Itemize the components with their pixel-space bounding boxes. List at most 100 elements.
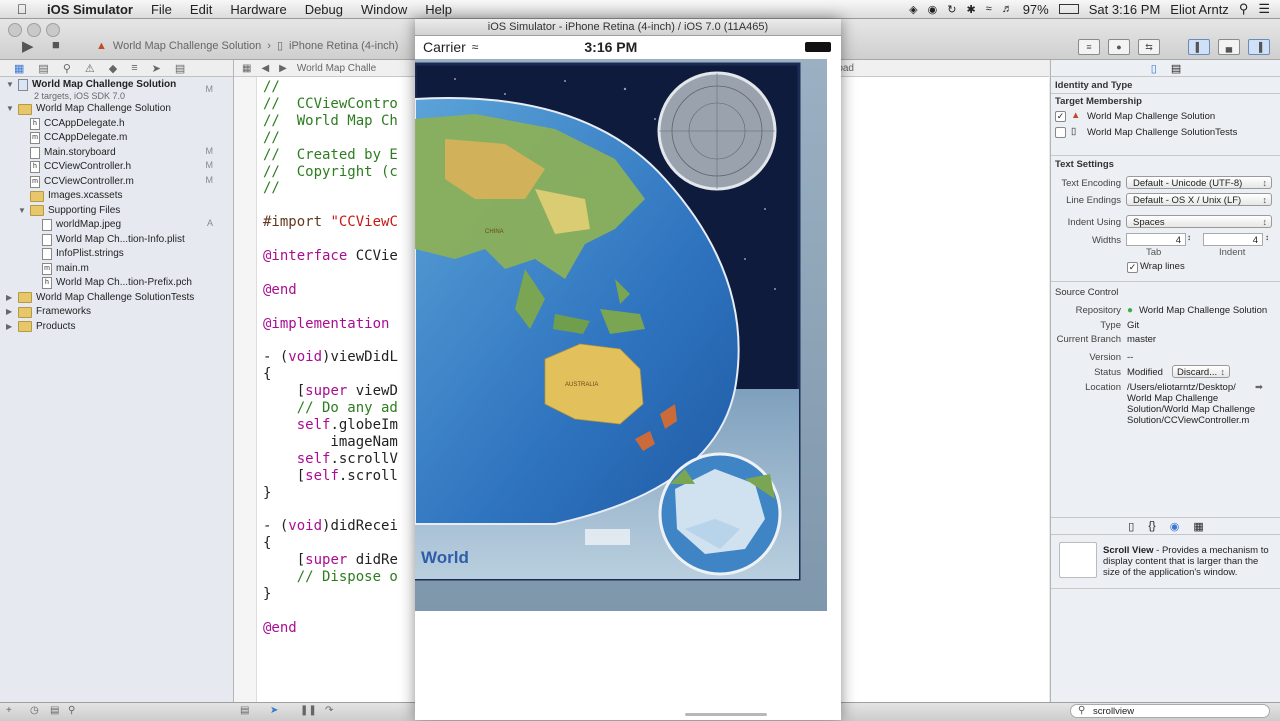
code-line[interactable]: // CCViewContro bbox=[263, 96, 398, 113]
zoom-window-button[interactable] bbox=[46, 23, 60, 37]
step-over-icon[interactable]: ↷ bbox=[325, 705, 333, 716]
file-tree-row[interactable]: World Map Ch...tion-Info.plist bbox=[30, 233, 185, 247]
breakpoint-icon[interactable]: ➤ bbox=[152, 62, 161, 75]
file-tree-row[interactable]: ▼ Supporting Files bbox=[18, 204, 120, 218]
file-tree-row[interactable]: h CCViewController.h bbox=[18, 160, 131, 174]
scheme-selector[interactable]: ▲ World Map Challenge Solution › ▯ iPhon… bbox=[96, 39, 398, 53]
code-line[interactable]: @end bbox=[263, 282, 297, 299]
code-line[interactable]: // World Map Ch bbox=[263, 113, 398, 130]
indent-width-field[interactable]: 4 bbox=[1203, 233, 1263, 246]
hide-debug-icon[interactable]: ▤ bbox=[240, 705, 249, 716]
menu-help[interactable]: Help bbox=[416, 2, 461, 17]
assistant-editor-icon[interactable]: ● bbox=[1108, 39, 1130, 55]
tab-width-field[interactable]: 4 bbox=[1126, 233, 1186, 246]
file-tree-row[interactable]: worldMap.jpeg bbox=[30, 218, 121, 232]
code-line[interactable]: // bbox=[263, 79, 280, 96]
back-arrow-icon[interactable]: ◀ bbox=[261, 63, 269, 74]
menu-app-name[interactable]: iOS Simulator bbox=[38, 2, 142, 17]
run-icon[interactable]: ▶ bbox=[22, 37, 34, 55]
bluetooth-icon[interactable]: ✱ bbox=[966, 3, 975, 16]
tab-width-stepper[interactable]: ↕ bbox=[1187, 233, 1191, 242]
code-line[interactable]: [self.scroll bbox=[263, 468, 398, 485]
breakpoints-toggle-icon[interactable]: ➤ bbox=[270, 705, 278, 716]
close-window-button[interactable] bbox=[8, 23, 22, 37]
target-checkbox-tests[interactable] bbox=[1055, 127, 1066, 138]
file-tree-row[interactable]: Main.storyboard bbox=[18, 146, 116, 160]
spotlight-icon[interactable]: ⚲ bbox=[1239, 1, 1249, 17]
jump-bar-crumb[interactable]: World Map Challe bbox=[297, 63, 376, 74]
recent-files-icon[interactable]: ◷ bbox=[30, 705, 39, 716]
code-snippet-icon[interactable]: {} bbox=[1148, 520, 1155, 532]
apple-icon[interactable]:  bbox=[0, 1, 38, 17]
ios-simulator-window[interactable]: iOS Simulator - iPhone Retina (4-inch) /… bbox=[415, 19, 841, 720]
code-line[interactable]: // bbox=[263, 130, 280, 147]
code-line[interactable]: // Copyright (c bbox=[263, 164, 398, 181]
scroll-view-thumbnail[interactable] bbox=[1059, 542, 1097, 578]
identity-type-header[interactable]: Identity and Type bbox=[1055, 80, 1132, 91]
code-line[interactable]: // Created by E bbox=[263, 147, 398, 164]
target-membership-header[interactable]: Target Membership bbox=[1055, 96, 1142, 107]
menu-window[interactable]: Window bbox=[352, 2, 416, 17]
line-endings-popup[interactable]: Default - OS X / Unix (LF) bbox=[1126, 193, 1272, 207]
forward-arrow-icon[interactable]: ▶ bbox=[279, 63, 287, 74]
test-icon[interactable]: ◆ bbox=[109, 62, 117, 75]
code-line[interactable]: - (void)didRecei bbox=[263, 518, 398, 535]
stop-icon[interactable]: ■ bbox=[52, 37, 60, 52]
code-line[interactable]: @interface CCVie bbox=[263, 248, 398, 265]
file-tree-row[interactable]: Images.xcassets bbox=[18, 189, 122, 203]
disclosure-open-icon[interactable]: ▼ bbox=[6, 102, 14, 116]
file-tree-row[interactable]: h World Map Ch...tion-Prefix.pch bbox=[30, 276, 192, 290]
disclosure-open-icon[interactable]: ▼ bbox=[18, 204, 26, 218]
navigator-toggle-icon[interactable]: ▌ bbox=[1188, 39, 1210, 55]
code-line[interactable]: // bbox=[263, 180, 280, 197]
file-tree-row[interactable]: ▼ World Map Challenge Solution bbox=[6, 102, 171, 116]
minimize-window-button[interactable] bbox=[27, 23, 41, 37]
file-tree-row[interactable]: ▶ Frameworks bbox=[6, 305, 91, 319]
wifi-icon[interactable]: ≈ bbox=[986, 3, 992, 15]
folder-icon[interactable]: ▦ bbox=[14, 62, 24, 75]
disclosure-closed-icon[interactable]: ▶ bbox=[6, 291, 14, 305]
volume-icon[interactable]: ♬ bbox=[1002, 3, 1013, 15]
pause-icon[interactable]: ❚❚ bbox=[300, 705, 317, 716]
object-library-icon[interactable]: ◉ bbox=[1170, 520, 1180, 533]
code-line[interactable]: [super viewD bbox=[263, 383, 398, 400]
disclosure-open-icon[interactable]: ▼ bbox=[6, 78, 14, 92]
file-tree-row[interactable]: InfoPlist.strings bbox=[30, 247, 124, 261]
file-tree-row[interactable]: m CCAppDelegate.m bbox=[18, 131, 127, 145]
menu-debug[interactable]: Debug bbox=[296, 2, 352, 17]
code-line[interactable]: } bbox=[263, 586, 271, 603]
code-line[interactable]: } bbox=[263, 485, 271, 502]
world-map-scroll-view[interactable]: AUSTRALIA CHINA World bbox=[415, 59, 827, 611]
add-file-icon[interactable]: + bbox=[6, 705, 12, 716]
code-line[interactable]: [super didRe bbox=[263, 552, 398, 569]
menu-user[interactable]: Eliot Arntz bbox=[1170, 2, 1229, 17]
notification-center-icon[interactable]: ☰ bbox=[1258, 1, 1270, 17]
evernote-icon[interactable]: ◉ bbox=[928, 3, 938, 16]
menu-file[interactable]: File bbox=[142, 2, 181, 17]
menu-edit[interactable]: Edit bbox=[181, 2, 221, 17]
library-item-scroll-view[interactable]: Scroll View - Provides a mechanism to di… bbox=[1103, 545, 1275, 578]
menu-hardware[interactable]: Hardware bbox=[221, 2, 295, 17]
file-tree-row[interactable]: ▶ World Map Challenge SolutionTests bbox=[6, 291, 194, 305]
debug-icon[interactable]: ≡ bbox=[131, 62, 137, 74]
text-settings-header[interactable]: Text Settings bbox=[1055, 159, 1114, 170]
reveal-in-finder-icon[interactable]: ➡ bbox=[1255, 382, 1263, 393]
search-icon[interactable]: ⚲ bbox=[63, 62, 71, 75]
file-tree-row[interactable]: m main.m bbox=[30, 262, 89, 276]
standard-editor-icon[interactable]: ≡ bbox=[1078, 39, 1100, 55]
dropbox-icon[interactable]: ◈ bbox=[909, 3, 917, 16]
file-tree-row[interactable]: ▶ Products bbox=[6, 320, 75, 334]
file-tree-row[interactable]: m CCViewController.m bbox=[18, 175, 134, 189]
filter-icon[interactable]: ⚲ bbox=[68, 705, 75, 716]
code-line[interactable]: { bbox=[263, 366, 271, 383]
code-line[interactable]: @end bbox=[263, 620, 297, 637]
utilities-toggle-icon[interactable]: ▐ bbox=[1248, 39, 1270, 55]
version-editor-icon[interactable]: ⇆ bbox=[1138, 39, 1160, 55]
file-template-icon[interactable]: ▯ bbox=[1128, 520, 1134, 533]
code-line[interactable]: { bbox=[263, 535, 271, 552]
code-line[interactable]: // Dispose o bbox=[263, 569, 398, 586]
scm-filter-icon[interactable]: ▤ bbox=[50, 705, 59, 716]
warning-icon[interactable]: ⚠ bbox=[85, 62, 95, 75]
text-encoding-popup[interactable]: Default - Unicode (UTF-8) bbox=[1126, 176, 1272, 190]
code-line[interactable]: imageNam bbox=[263, 434, 397, 451]
